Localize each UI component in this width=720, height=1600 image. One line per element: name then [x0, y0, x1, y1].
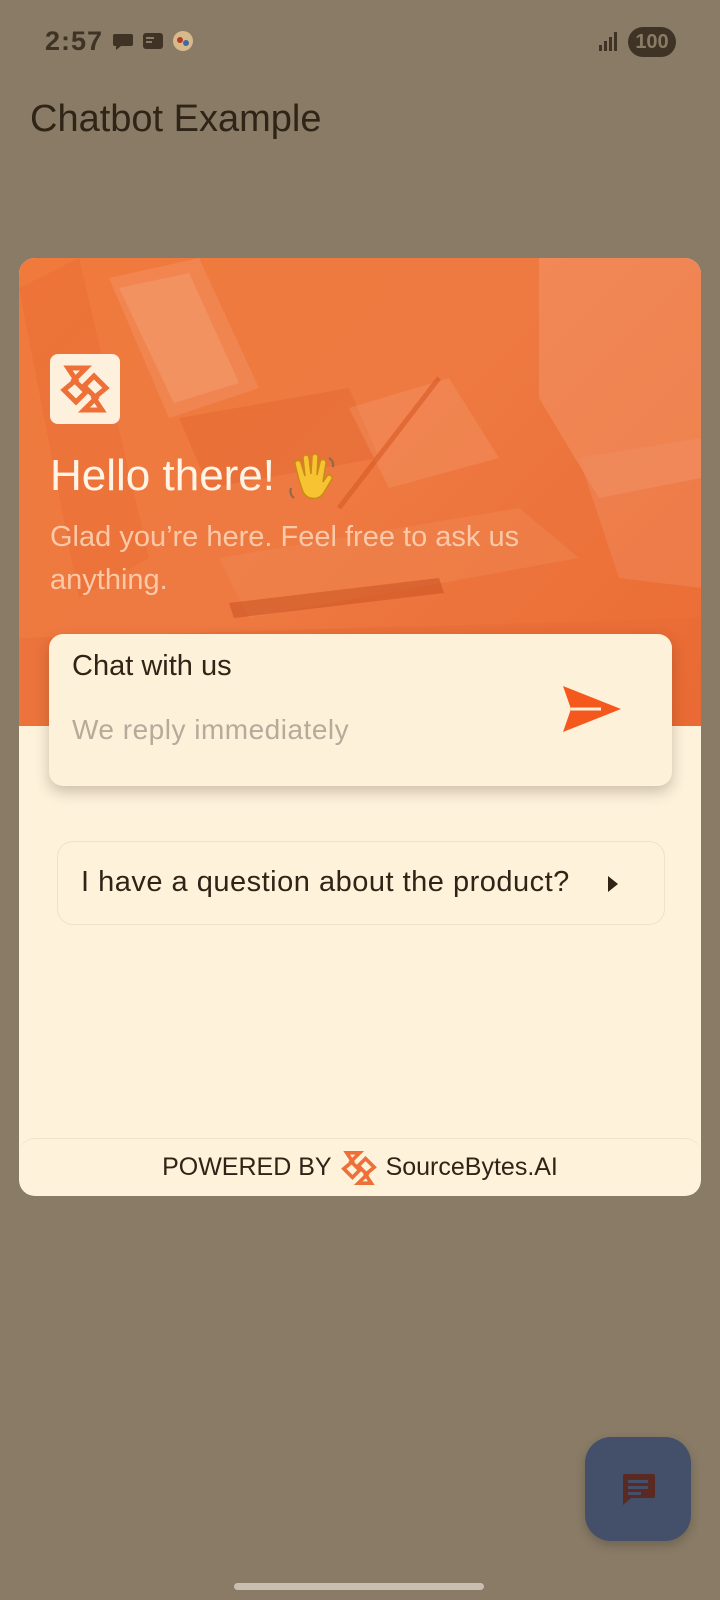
greeting-text: Hello there! [50, 451, 276, 500]
status-time: 2:57 [45, 26, 104, 56]
status-bar: 2:57 100 [0, 0, 720, 84]
notification-icons [112, 30, 194, 52]
caret-right-icon [608, 876, 618, 892]
quick-reply-label: I have a question about the product? [81, 866, 570, 898]
sourcebytes-logo-icon [60, 365, 110, 413]
quick-reply-product-question[interactable]: I have a question about the product? [57, 841, 665, 925]
sourcebytes-footer-logo-icon [340, 1150, 377, 1185]
chat-subtitle: We reply immediately [72, 714, 350, 745]
greeting-heading: Hello there! [50, 450, 337, 502]
brand-name[interactable]: SourceBytes.AI [386, 1153, 558, 1182]
news-notification-icon [143, 33, 163, 49]
chat-icon [623, 1474, 655, 1505]
signal-icon [599, 32, 617, 51]
chat-fab-button[interactable] [585, 1437, 691, 1541]
message-notification-icon [113, 34, 133, 50]
app-screen: 2:57 100 Chatbot Example Hello there! Gl… [0, 0, 720, 1600]
app-notification-icon [173, 31, 193, 51]
greeting-subtitle: Glad you’re here. Feel free to ask us an… [50, 521, 520, 596]
battery-indicator: 100 [628, 27, 676, 57]
powered-by-footer: POWERED BY SourceBytes.AI [19, 1138, 701, 1196]
brand-logo [50, 354, 120, 424]
chat-with-us-card[interactable]: Chat with us We reply immediately [49, 634, 672, 786]
powered-by-label: POWERED BY [162, 1153, 332, 1181]
chat-widget-card: Hello there! Glad you’re here. Feel free… [19, 258, 701, 1196]
gesture-navigation-bar[interactable] [234, 1583, 484, 1590]
page-title: Chatbot Example [30, 98, 322, 140]
send-icon[interactable] [561, 684, 623, 734]
waving-hand-icon [289, 453, 335, 500]
chat-title: Chat with us [72, 650, 232, 682]
